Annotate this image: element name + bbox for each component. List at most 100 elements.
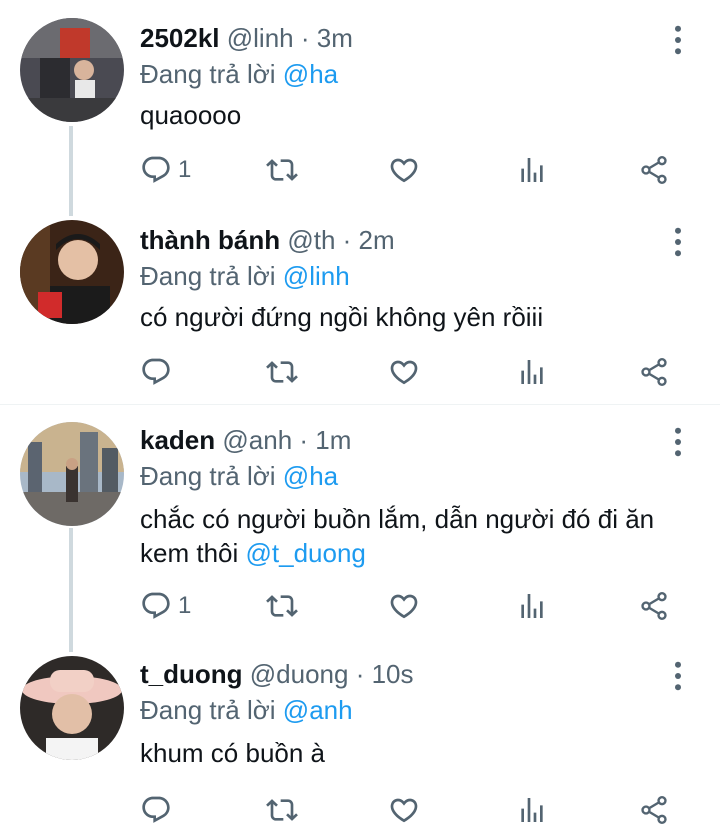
display-name[interactable]: kaden (140, 425, 215, 455)
reply-prefix: Đang trả lời (140, 261, 276, 291)
reply-button[interactable]: 1 (140, 584, 191, 628)
share-button[interactable] (638, 148, 670, 192)
reply-icon (140, 590, 172, 622)
avatar[interactable] (20, 18, 124, 122)
tweet-header: t_duong @duong · 10s (140, 654, 414, 694)
retweet-button[interactable] (266, 148, 298, 192)
tweet-text: có người đứng ngồi không yên rồiii (140, 300, 700, 334)
reply-button[interactable] (140, 788, 178, 832)
reply-count: 1 (178, 156, 192, 183)
reply-to-mention[interactable]: @anh (283, 695, 353, 725)
views-button[interactable] (516, 148, 548, 192)
tweet-text: quaoooo (140, 98, 700, 132)
like-button[interactable] (388, 788, 420, 832)
share-icon (638, 794, 670, 826)
avatar[interactable] (20, 422, 124, 526)
action-bar: 1 (130, 148, 690, 192)
replying-to: Đang trả lời @ha (140, 58, 338, 90)
reply-to-mention[interactable]: @linh (283, 261, 350, 291)
handle[interactable]: @th (287, 225, 335, 255)
separator: · (292, 425, 316, 455)
like-button[interactable] (388, 148, 420, 192)
tweet[interactable]: thành bánh @th · 2m Đang trả lời @linh c… (0, 220, 720, 400)
divider (0, 404, 720, 405)
more-icon[interactable] (660, 658, 696, 694)
action-bar: 1 (130, 584, 690, 628)
timestamp[interactable]: 2m (359, 225, 395, 255)
tweet-text-content: có người đứng ngồi không yên rồiii (140, 302, 544, 332)
like-icon (388, 590, 420, 622)
display-name[interactable]: thành bánh (140, 225, 280, 255)
views-icon (516, 154, 548, 186)
tweet-header: 2502kl @linh · 3m (140, 18, 353, 58)
avatar[interactable] (20, 220, 124, 324)
views-button[interactable] (516, 350, 548, 394)
tweet-text: chắc có người buồn lắm, dẫn người đó đi … (140, 502, 700, 570)
action-bar (130, 350, 690, 394)
like-button[interactable] (388, 584, 420, 628)
like-icon (388, 794, 420, 826)
handle[interactable]: @anh (222, 425, 292, 455)
tweet-text-content: kem thôi (140, 538, 246, 568)
tweet[interactable]: kaden @anh · 1m Đang trả lời @ha chắc có… (0, 420, 720, 634)
reply-to-mention[interactable]: @ha (283, 59, 338, 89)
tweet-text-content: quaoooo (140, 100, 242, 130)
replying-to: Đang trả lời @ha (140, 460, 338, 492)
more-icon[interactable] (660, 424, 696, 460)
reply-icon (140, 154, 172, 186)
handle[interactable]: @linh (227, 23, 294, 53)
reply-icon (140, 794, 172, 826)
share-button[interactable] (638, 584, 670, 628)
views-button[interactable] (516, 788, 548, 832)
like-button[interactable] (388, 350, 420, 394)
retweet-button[interactable] (266, 350, 298, 394)
like-icon (388, 154, 420, 186)
views-icon (516, 356, 548, 388)
retweet-icon (266, 794, 298, 826)
views-icon (516, 590, 548, 622)
like-icon (388, 356, 420, 388)
avatar[interactable] (20, 656, 124, 760)
views-icon (516, 794, 548, 826)
more-icon[interactable] (660, 224, 696, 260)
mention-link[interactable]: @t_duong (246, 538, 366, 568)
separator: · (293, 23, 317, 53)
tweet[interactable]: t_duong @duong · 10s Đang trả lời @anh k… (0, 654, 720, 840)
tweet-text-line: kem thôi @t_duong (140, 536, 700, 570)
display-name[interactable]: t_duong (140, 659, 243, 689)
handle[interactable]: @duong (250, 659, 349, 689)
share-button[interactable] (638, 788, 670, 832)
separator: · (335, 225, 359, 255)
tweet-header: kaden @anh · 1m (140, 420, 351, 460)
separator: · (348, 659, 372, 689)
reply-prefix: Đang trả lời (140, 695, 276, 725)
retweet-icon (266, 154, 298, 186)
more-icon[interactable] (660, 22, 696, 58)
display-name[interactable]: 2502kl (140, 23, 220, 53)
timestamp[interactable]: 3m (317, 23, 353, 53)
timestamp[interactable]: 1m (315, 425, 351, 455)
reply-prefix: Đang trả lời (140, 59, 276, 89)
retweet-icon (266, 590, 298, 622)
share-button[interactable] (638, 350, 670, 394)
timestamp[interactable]: 10s (372, 659, 414, 689)
replying-to: Đang trả lời @linh (140, 260, 350, 292)
tweet-header: thành bánh @th · 2m (140, 220, 395, 260)
tweet-text-content: khum có buồn à (140, 738, 326, 768)
views-button[interactable] (516, 584, 548, 628)
reply-count: 1 (178, 592, 192, 619)
share-icon (638, 590, 670, 622)
retweet-icon (266, 356, 298, 388)
retweet-button[interactable] (266, 788, 298, 832)
reply-button[interactable]: 1 (140, 148, 191, 192)
share-icon (638, 356, 670, 388)
tweet-text-line: chắc có người buồn lắm, dẫn người đó đi … (140, 504, 655, 534)
share-icon (638, 154, 670, 186)
reply-button[interactable] (140, 350, 178, 394)
tweet-text: khum có buồn à (140, 736, 700, 770)
reply-to-mention[interactable]: @ha (283, 461, 338, 491)
retweet-button[interactable] (266, 584, 298, 628)
replying-to: Đang trả lời @anh (140, 694, 353, 726)
reply-icon (140, 356, 172, 388)
tweet[interactable]: 2502kl @linh · 3m Đang trả lời @ha quaoo… (0, 18, 720, 198)
